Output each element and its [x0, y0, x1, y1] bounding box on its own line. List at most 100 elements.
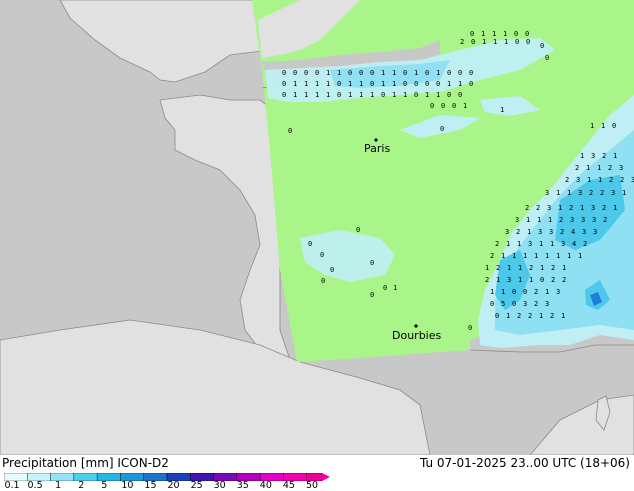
amount-value: 0	[330, 266, 334, 274]
amount-value: 1	[348, 91, 352, 99]
amount-value: 1	[540, 264, 544, 272]
amount-value: 1	[580, 152, 584, 160]
amount-value: 3	[611, 189, 615, 197]
amount-value: 0	[370, 69, 374, 77]
amount-value: 0	[403, 80, 407, 88]
amount-value: 3	[549, 228, 553, 236]
amount-value: 0	[458, 69, 462, 77]
amount-value: 3	[591, 152, 595, 160]
amount-value: 1	[503, 30, 507, 38]
amount-value: 0	[381, 91, 385, 99]
amount-value: 2	[603, 216, 607, 224]
amount-value: 0	[452, 102, 456, 110]
amount-value: 1	[315, 80, 319, 88]
amount-value: 1	[392, 91, 396, 99]
amount-value: 2	[525, 204, 529, 212]
amount-value: 1	[293, 91, 297, 99]
amount-value: 1	[304, 80, 308, 88]
amount-value: 2	[620, 176, 624, 184]
amount-value: 1	[496, 276, 500, 284]
amount-value: 2	[495, 240, 499, 248]
precipitation-map[interactable]: 0 0 0 0 1 1 0 0 0 1 1 0 1 0 1 0 0 00 1 1 1 1 0 1 1 0 1 1 0 0 0 0 1 1 00 1 1 1…	[0, 0, 634, 455]
amount-value: 0	[425, 80, 429, 88]
amount-value: 1	[359, 91, 363, 99]
amount-value: 0	[288, 127, 292, 135]
amount-value: 0	[540, 42, 544, 50]
amount-value: 3	[545, 189, 549, 197]
amount-value: 2	[534, 300, 538, 308]
amount-value: 2	[490, 252, 494, 260]
amount-value: 1	[556, 252, 560, 260]
amount-value: 1	[381, 69, 385, 77]
amount-value: 3	[581, 216, 585, 224]
amount-value: 1	[613, 204, 617, 212]
city-dourbies-marker	[414, 324, 418, 328]
amount-value: 1	[501, 288, 505, 296]
amount-value: 1	[304, 91, 308, 99]
map-stage: 0000110001101010000111101101100001100111…	[0, 0, 634, 491]
amount-value: 0	[469, 69, 473, 77]
amount-value: 4	[572, 240, 576, 248]
amount-value: 1	[326, 80, 330, 88]
amount-value: 0	[414, 91, 418, 99]
amount-value: 2	[551, 264, 555, 272]
amount-value: 2	[485, 276, 489, 284]
amount-value: 1	[500, 106, 504, 114]
map-timestamp: Tu 07-01-2025 23..00 UTC (18+06)	[419, 456, 630, 470]
amount-value: 1	[501, 252, 505, 260]
amount-value: 0	[425, 69, 429, 77]
amount-value: 1	[529, 276, 533, 284]
amount-value: 3	[505, 228, 509, 236]
amount-value: 2	[608, 164, 612, 172]
amount-value: 1	[436, 91, 440, 99]
amount-value: 1	[493, 38, 497, 46]
amount-value: 0	[447, 69, 451, 77]
amount-value: 1	[482, 38, 486, 46]
amount-value: 1	[492, 30, 496, 38]
amount-value: 0	[471, 38, 475, 46]
amount-value: 1	[545, 252, 549, 260]
amount-value: 1	[393, 284, 397, 292]
amount-value: 1	[293, 80, 297, 88]
amount-value: 1	[507, 264, 511, 272]
amount-value: 1	[337, 69, 341, 77]
map-title: Precipitation [mm] ICON-D2	[2, 456, 169, 470]
amount-value: 2	[565, 176, 569, 184]
amount-value: 0	[282, 69, 286, 77]
amount-value: 0	[495, 312, 499, 320]
amount-value: 1	[506, 312, 510, 320]
amount-value: 1	[370, 91, 374, 99]
amount-value: 3	[576, 176, 580, 184]
amount-value: 2	[516, 228, 520, 236]
amount-value: 0	[414, 80, 418, 88]
amount-value: 2	[589, 189, 593, 197]
amount-value: 1	[539, 240, 543, 248]
amount-value: 1	[506, 240, 510, 248]
amount-value: 2	[600, 189, 604, 197]
amount-value: 2	[536, 204, 540, 212]
amount-value: 3	[570, 216, 574, 224]
amount-value: 2	[583, 240, 587, 248]
amount-value: 1	[548, 216, 552, 224]
amount-value: 2	[609, 176, 613, 184]
amount-value: 3	[561, 240, 565, 248]
amount-value: 1	[613, 152, 617, 160]
amount-value: 2	[496, 264, 500, 272]
amount-value: 0	[304, 69, 308, 77]
amount-value: 1	[425, 91, 429, 99]
amount-value: 0	[441, 102, 445, 110]
amount-value: 1	[458, 80, 462, 88]
amount-value: 3	[591, 204, 595, 212]
amount-value: 1	[598, 176, 602, 184]
amount-value: 0	[282, 91, 286, 99]
amount-value: 2	[575, 164, 579, 172]
amount-value: 0	[490, 300, 494, 308]
amount-value: 2	[559, 216, 563, 224]
amount-value: 1	[558, 204, 562, 212]
amount-value: 0	[403, 69, 407, 77]
amount-value: 3	[547, 204, 551, 212]
amount-value: 0	[523, 288, 527, 296]
amount-value: 0	[526, 38, 530, 46]
amount-value: 0	[370, 291, 374, 299]
amount-value: 0	[293, 69, 297, 77]
